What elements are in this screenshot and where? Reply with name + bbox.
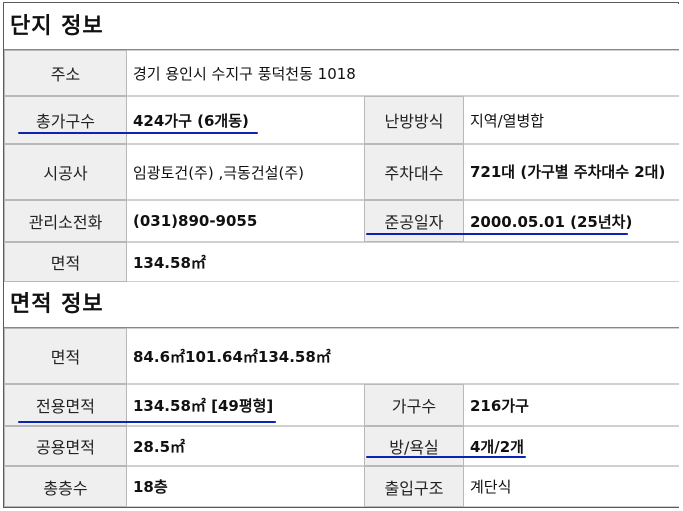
complex-info-title: 단지 정보: [4, 4, 679, 50]
annotation-underline-households: [18, 132, 258, 134]
value-parking-cell: 721대 (가구별 주차대수 2대): [464, 144, 679, 200]
label-exclusive-area: 전용면적: [4, 384, 127, 426]
row-address: 주소 경기 용인시 수지구 풍덕천동 1018: [4, 50, 679, 96]
annotation-underline-completion: [366, 233, 628, 235]
label-parking: 주차대수: [364, 144, 464, 200]
value-areas: 84.6㎡101.64㎡134.58㎡: [127, 328, 679, 384]
label-area: 면적: [4, 242, 127, 282]
value-rooms-baths: 4개/2개: [464, 426, 679, 466]
label-areas: 면적: [4, 328, 127, 384]
row-builder: 시공사 임광토건(주) ,극동건설(주) 주차대수 721대 (가구별 주차대수…: [4, 144, 679, 200]
label-completion-date: 준공일자: [364, 200, 464, 242]
label-builder: 시공사: [4, 144, 127, 200]
value-address: 경기 용인시 수지구 풍덕천동 1018: [127, 50, 679, 96]
label-heating: 난방방식: [364, 96, 464, 144]
row-floors: 총층수 18층 출입구조 계단식: [4, 466, 679, 507]
area-info-title: 면적 정보: [4, 282, 679, 328]
value-total-households: 424가구 (6개동): [127, 96, 364, 144]
row-common-area: 공용면적 28.5㎡ 방/욕실 4개/2개: [4, 426, 679, 466]
row-area: 면적 134.58㎡: [4, 242, 679, 282]
value-household-count: 216가구: [464, 384, 679, 426]
value-builder: 임광토건(주) ,극동건설(주): [127, 144, 364, 200]
label-office-phone: 관리소전화: [4, 200, 127, 242]
value-common-area: 28.5㎡: [127, 426, 364, 466]
annotation-underline-exclusive-area: [18, 421, 276, 423]
label-rooms-baths: 방/욕실: [364, 426, 464, 466]
label-total-households: 총가구수: [4, 96, 127, 144]
value-heating: 지역/열병합: [464, 96, 679, 144]
value-parking: 721대 (가구별 주차대수 2대): [470, 163, 666, 181]
row-exclusive-area: 전용면적 134.58㎡ [49평형] 가구수 216가구: [4, 384, 679, 426]
value-total-floors: 18층: [127, 466, 364, 507]
label-household-count: 가구수: [364, 384, 464, 426]
value-exclusive-area: 134.58㎡ [49평형]: [127, 384, 364, 426]
row-areas: 면적 84.6㎡101.64㎡134.58㎡: [4, 328, 679, 384]
value-completion-date: 2000.05.01 (25년차): [464, 200, 679, 242]
row-office-phone: 관리소전화 (031)890-9055 준공일자 2000.05.01 (25년…: [4, 200, 679, 242]
value-entrance-type: 계단식: [464, 466, 679, 507]
label-entrance-type: 출입구조: [364, 466, 464, 507]
label-total-floors: 총층수: [4, 466, 127, 507]
value-area: 134.58㎡: [127, 242, 679, 282]
value-office-phone: (031)890-9055: [127, 200, 364, 242]
label-common-area: 공용면적: [4, 426, 127, 466]
row-households: 총가구수 424가구 (6개동) 난방방식 지역/열병합: [4, 96, 679, 144]
label-address: 주소: [4, 50, 127, 96]
annotation-underline-rooms: [366, 456, 526, 458]
